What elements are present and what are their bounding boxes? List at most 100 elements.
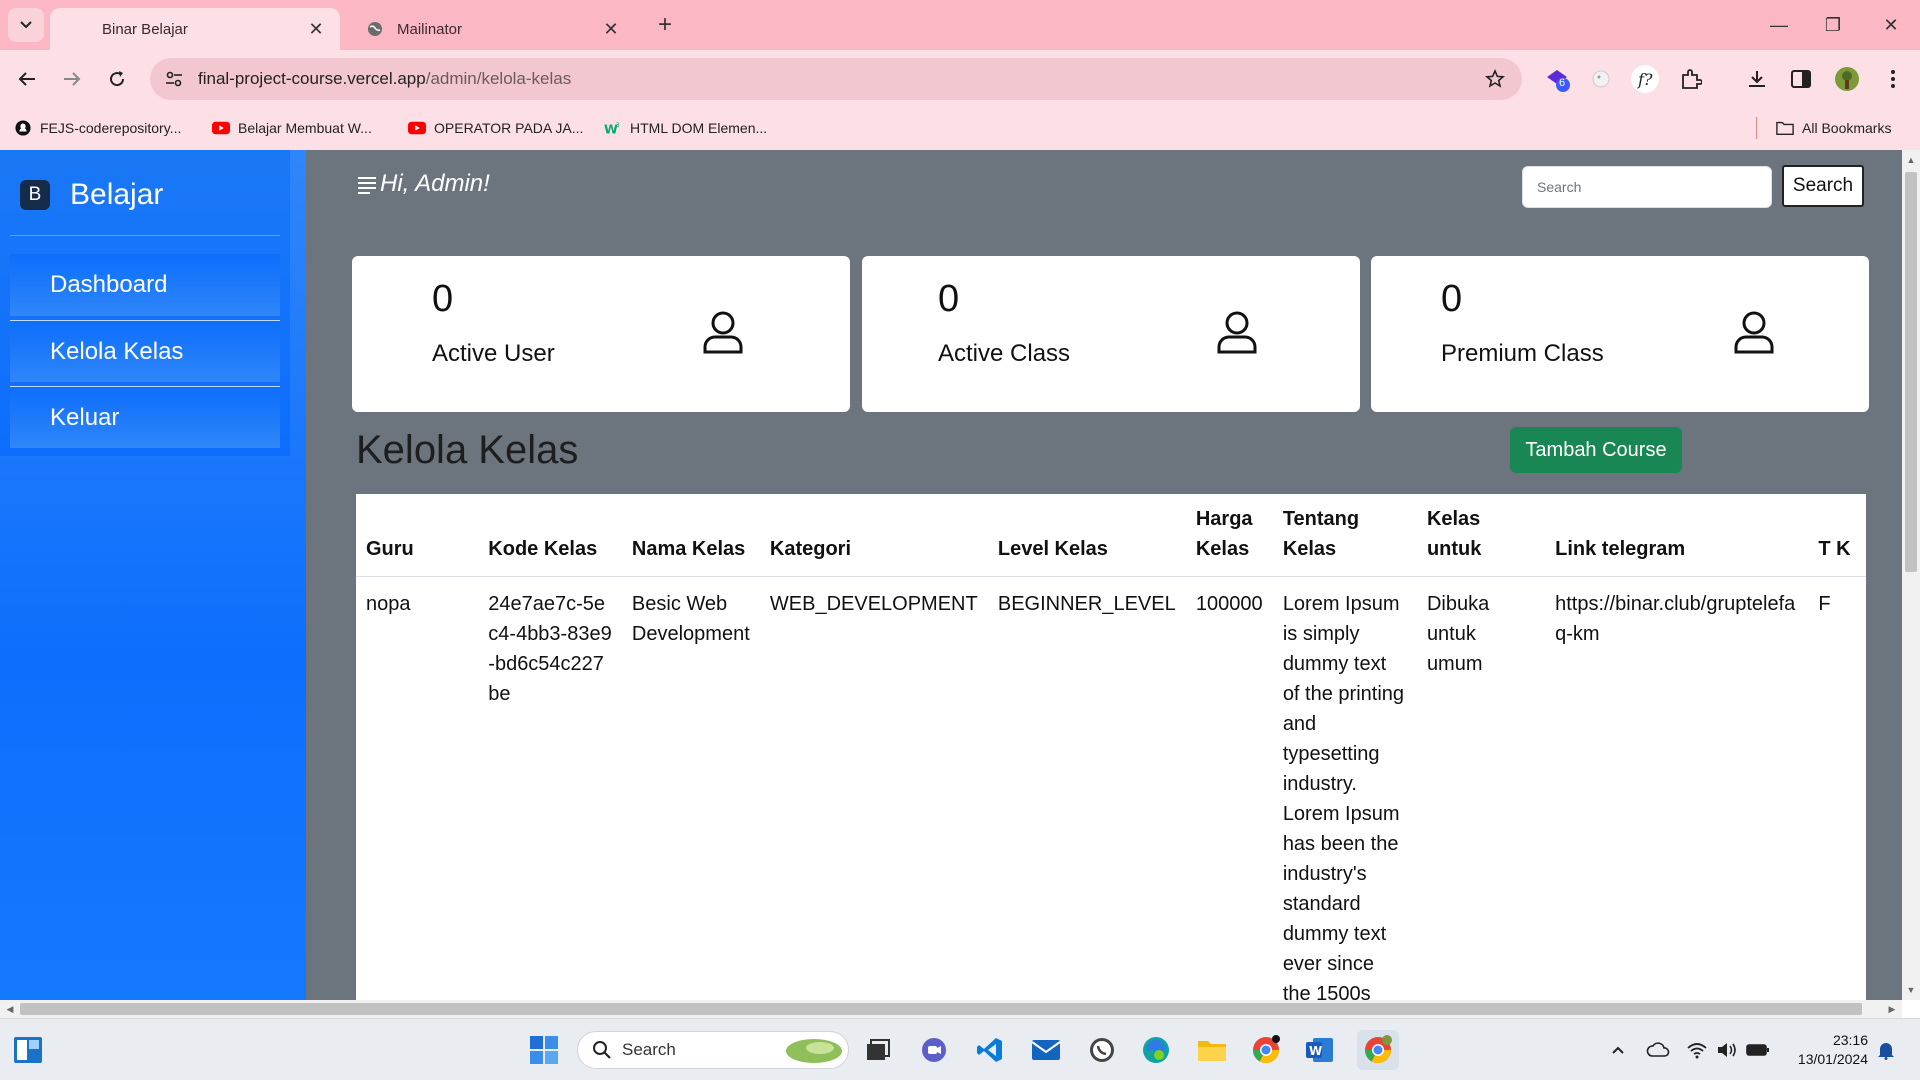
restore-button[interactable]: ❐ xyxy=(1808,0,1858,50)
tab-mailinator[interactable]: Mailinator ✕ xyxy=(345,8,635,50)
vertical-scrollbar[interactable]: ▲ ▼ xyxy=(1902,150,1920,1000)
wifi-icon[interactable] xyxy=(1684,1039,1710,1061)
column-header: Guru xyxy=(356,494,479,577)
download-icon[interactable] xyxy=(1740,62,1774,96)
address-bar[interactable]: final-project-course.vercel.app/admin/ke… xyxy=(150,58,1522,100)
cell-guru: nopa xyxy=(366,593,411,615)
site-info-icon[interactable] xyxy=(156,61,192,97)
system-clock[interactable]: 23:16 13/01/2024 xyxy=(1778,1031,1868,1069)
folder-icon xyxy=(1776,121,1794,135)
column-header: Nama Kelas xyxy=(621,494,760,577)
horizontal-scrollbar[interactable]: ◀ ▶ xyxy=(0,1000,1902,1018)
extensions-puzzle-icon[interactable] xyxy=(1674,62,1708,96)
scroll-up-arrow[interactable]: ▲ xyxy=(1902,152,1920,168)
bookmark-fejs[interactable]: FEJS-coderepository... xyxy=(14,117,181,139)
extension-badge-icon[interactable]: 6 xyxy=(1540,62,1574,96)
stat-card-premium-class: 0 Premium Class xyxy=(1371,256,1869,412)
formula-extension-icon[interactable]: f? xyxy=(1628,62,1662,96)
reload-button[interactable] xyxy=(100,62,134,96)
search-highlight-image xyxy=(786,1039,842,1063)
clock-time: 23:16 xyxy=(1832,1032,1868,1048)
task-view-icon[interactable] xyxy=(860,1032,896,1068)
github-icon xyxy=(15,120,31,136)
onedrive-cloud-icon[interactable] xyxy=(1644,1039,1672,1061)
bookmark-belajar[interactable]: Belajar Membuat W... xyxy=(212,117,372,139)
scroll-down-arrow[interactable]: ▼ xyxy=(1902,982,1920,998)
teams-chat-icon[interactable] xyxy=(916,1032,952,1068)
chrome-active-icon[interactable] xyxy=(1357,1030,1399,1070)
add-course-button[interactable]: Tambah Course xyxy=(1510,427,1682,473)
user-icon xyxy=(1734,311,1774,354)
reload-icon xyxy=(110,71,125,87)
cell-level-kelas: BEGINNER_LEVEL xyxy=(997,593,1176,615)
notification-bell-icon[interactable] xyxy=(1874,1039,1898,1061)
hamburger-menu-icon[interactable] xyxy=(356,174,378,194)
column-header: Harga Kelas xyxy=(1185,494,1273,577)
close-tab-icon[interactable]: ✕ xyxy=(599,17,623,41)
menu-kebab-icon[interactable] xyxy=(1876,62,1910,96)
cell-kategori: WEB_DEVELOPMENT xyxy=(769,593,978,615)
course-table: Guru Kode Kelas Nama Kelas Kategori Leve… xyxy=(356,494,1866,1000)
new-tab-button[interactable]: + xyxy=(650,10,680,40)
all-bookmarks[interactable]: All Bookmarks xyxy=(1776,117,1891,139)
extension-badge-count: 6 xyxy=(1559,77,1566,89)
sidebar-item-dashboard[interactable]: Dashboard xyxy=(10,254,280,316)
all-bookmarks-label: All Bookmarks xyxy=(1802,120,1892,136)
minimize-button[interactable]: — xyxy=(1754,0,1804,50)
chrome-icon[interactable] xyxy=(1248,1032,1284,1068)
battery-icon[interactable] xyxy=(1744,1039,1772,1061)
sidebar-item-label: Keluar xyxy=(50,403,120,431)
scrollbar-thumb[interactable] xyxy=(20,1003,1862,1015)
cell-link-telegram[interactable]: https://binar.club/gruptelefaq-km xyxy=(1545,577,1808,1001)
bookmark-label: Belajar Membuat W... xyxy=(238,120,372,136)
browser-toolbar: final-project-course.vercel.app/admin/ke… xyxy=(0,50,1920,107)
divider xyxy=(10,235,280,236)
vscode-icon[interactable] xyxy=(972,1032,1008,1068)
sidebar-item-kelola-kelas[interactable]: Kelola Kelas xyxy=(10,320,280,382)
svg-text:f?: f? xyxy=(1637,70,1653,89)
word-icon[interactable]: W xyxy=(1302,1032,1338,1068)
close-tab-icon[interactable]: ✕ xyxy=(304,17,328,41)
edge-icon[interactable] xyxy=(1138,1032,1174,1068)
profile-avatar[interactable] xyxy=(1830,62,1864,96)
forward-button[interactable] xyxy=(55,62,89,96)
stat-value: 0 xyxy=(432,278,454,320)
taskbar-search[interactable]: Search xyxy=(577,1031,849,1069)
stat-label: Premium Class xyxy=(1441,340,1604,367)
bookmark-html-dom[interactable]: W3 HTML DOM Elemen... xyxy=(604,117,767,139)
back-button[interactable] xyxy=(10,62,44,96)
volume-icon[interactable] xyxy=(1714,1039,1740,1061)
side-panel-icon[interactable] xyxy=(1784,62,1818,96)
url-path: /admin/kelola-kelas xyxy=(425,69,572,88)
close-window-button[interactable]: ✕ xyxy=(1866,0,1916,50)
bookmark-star-icon[interactable] xyxy=(1478,62,1512,96)
extension-sparkle-icon[interactable] xyxy=(1584,62,1618,96)
tab-binar-belajar[interactable]: Binar Belajar ✕ xyxy=(50,8,340,50)
cell-nama-kelas: Besic Web Development xyxy=(631,593,750,645)
scroll-left-arrow[interactable]: ◀ xyxy=(2,1000,18,1018)
cell-tentang-kelas: Lorem Ipsum is simply dummy text of the … xyxy=(1282,593,1405,1000)
stat-card-active-user: 0 Active User xyxy=(352,256,850,412)
whatsapp-icon[interactable] xyxy=(1084,1032,1120,1068)
table-row: nopa 24e7ae7c-5ec4-4bb3-83e9-bd6c54c227b… xyxy=(356,577,1866,1001)
clock-date: 13/01/2024 xyxy=(1797,1051,1868,1067)
tab-search-button[interactable] xyxy=(8,8,44,42)
scroll-right-arrow[interactable]: ▶ xyxy=(1884,1000,1900,1018)
file-explorer-icon[interactable] xyxy=(1194,1032,1230,1068)
search-icon xyxy=(593,1041,611,1059)
search-button[interactable]: Search xyxy=(1782,165,1864,207)
chevron-up-icon[interactable] xyxy=(1606,1039,1630,1061)
search-input[interactable] xyxy=(1522,166,1772,208)
mail-icon[interactable] xyxy=(1028,1032,1064,1068)
brand-logo: B xyxy=(20,180,50,210)
windows-start-icon[interactable] xyxy=(526,1032,562,1068)
sidebar-item-keluar[interactable]: Keluar xyxy=(10,386,280,448)
browser-tabstrip: Binar Belajar ✕ Mailinator ✕ + — ❐ ✕ xyxy=(0,0,1920,50)
widgets-icon[interactable] xyxy=(10,1032,46,1068)
greeting: Hi, Admin! xyxy=(356,170,490,198)
brand[interactable]: B Belajar xyxy=(20,178,163,212)
taskbar-search-label: Search xyxy=(622,1040,676,1059)
brand-name: Belajar xyxy=(70,178,164,211)
bookmark-operator[interactable]: OPERATOR PADA JA... xyxy=(408,117,583,139)
scrollbar-thumb[interactable] xyxy=(1905,172,1917,572)
